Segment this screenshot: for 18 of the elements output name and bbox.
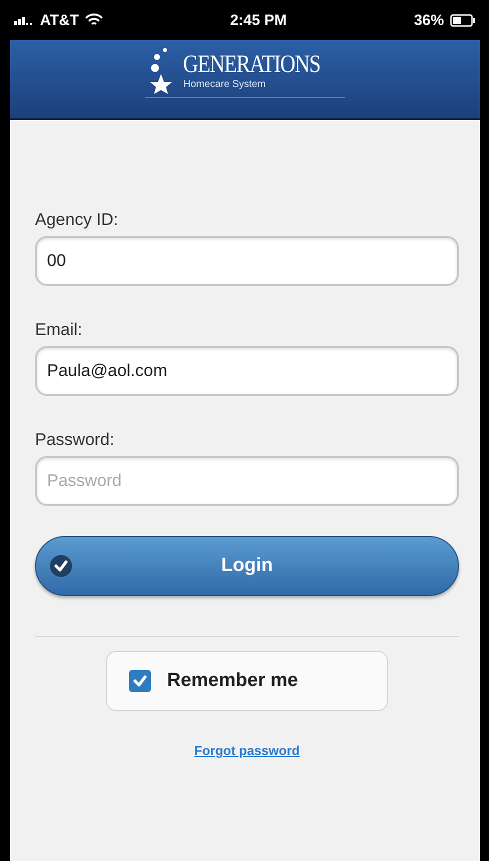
field-label: Email: <box>35 320 84 340</box>
clock-time: 2:45 PM <box>230 12 287 28</box>
carrier-name: AT&T <box>40 12 79 28</box>
wifi-icon <box>84 13 103 27</box>
signal-icon <box>14 15 34 25</box>
battery-percent: 36% <box>414 12 444 28</box>
check-icon <box>50 555 72 577</box>
logo-subtitle: Homecare System <box>183 78 266 90</box>
battery-icon <box>450 14 476 26</box>
field-label: Password: <box>35 430 116 450</box>
logo-title: GENERATIONS <box>183 50 320 78</box>
input-field[interactable]: Password <box>35 456 459 506</box>
forgot-password-link[interactable]: Forgot password <box>194 743 300 758</box>
input-field[interactable]: 00 <box>35 236 459 286</box>
input-field[interactable]: Paula@aol.com <box>35 346 459 396</box>
field-label: Agency ID: <box>35 210 120 230</box>
login-button[interactable]: Login <box>35 536 459 596</box>
remember-me-checkbox[interactable]: Remember me <box>106 651 388 711</box>
